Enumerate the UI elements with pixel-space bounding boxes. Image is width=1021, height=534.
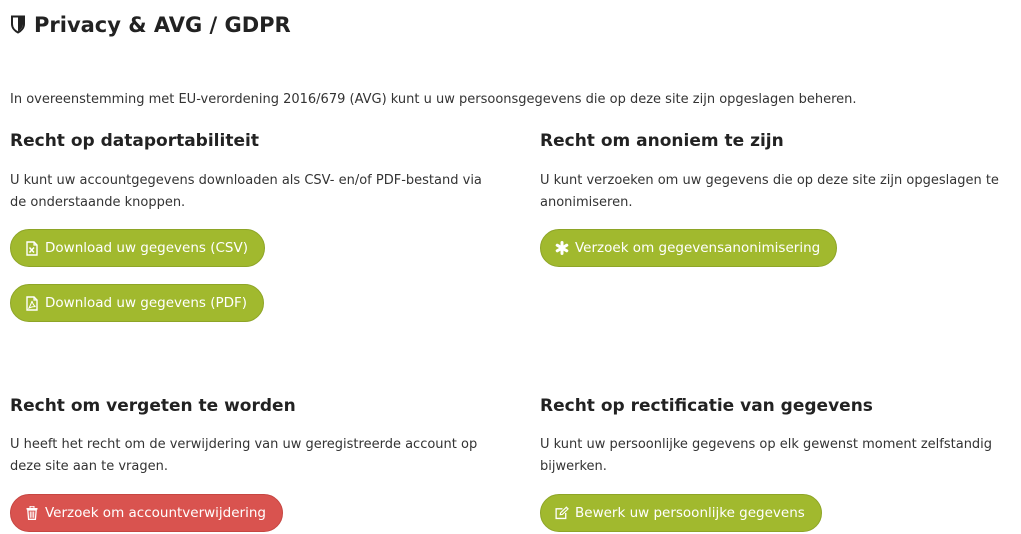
page-title: Privacy & AVG / GDPR xyxy=(10,10,291,40)
request-account-deletion-button[interactable]: Verzoek om accountverwijdering xyxy=(10,494,283,532)
section-text-portability: U kunt uw accountgegevens downloaden als… xyxy=(10,173,482,210)
section-title-anonymity: Recht om anoniem te zijn xyxy=(540,131,784,151)
shield-icon xyxy=(10,15,28,35)
request-account-deletion-label: Verzoek om accountverwijdering xyxy=(45,505,266,521)
section-title-forgotten: Recht om vergeten te worden xyxy=(10,396,296,416)
file-excel-icon xyxy=(25,240,39,256)
section-text-forgotten: U heeft het recht om de verwijdering van… xyxy=(10,437,478,474)
file-pdf-icon xyxy=(25,295,39,311)
section-title-rectification: Recht op rectificatie van gegevens xyxy=(540,396,873,416)
section-title-portability: Recht op dataportabiliteit xyxy=(10,131,259,151)
edit-personal-data-label: Bewerk uw persoonlijke gegevens xyxy=(575,505,805,521)
intro-text: In overeenstemming met EU-verordening 20… xyxy=(10,92,857,107)
edit-personal-data-button[interactable]: Bewerk uw persoonlijke gegevens xyxy=(540,494,822,532)
asterisk-icon xyxy=(555,240,569,256)
download-pdf-label: Download uw gegevens (PDF) xyxy=(45,295,248,311)
page-title-text: Privacy & AVG / GDPR xyxy=(34,13,291,37)
download-csv-label: Download uw gegevens (CSV) xyxy=(45,240,248,256)
download-pdf-button[interactable]: Download uw gegevens (PDF) xyxy=(10,284,265,322)
section-text-anonymity: U kunt verzoeken om uw gegevens die op d… xyxy=(540,173,999,210)
request-anonymization-button[interactable]: Verzoek om gegevensanonimisering xyxy=(540,229,838,267)
download-csv-button[interactable]: Download uw gegevens (CSV) xyxy=(10,229,265,267)
section-text-rectification: U kunt uw persoonlijke gegevens op elk g… xyxy=(540,437,993,474)
edit-icon xyxy=(555,505,569,521)
request-anonymization-label: Verzoek om gegevensanonimisering xyxy=(575,240,821,256)
trash-icon xyxy=(25,505,39,521)
